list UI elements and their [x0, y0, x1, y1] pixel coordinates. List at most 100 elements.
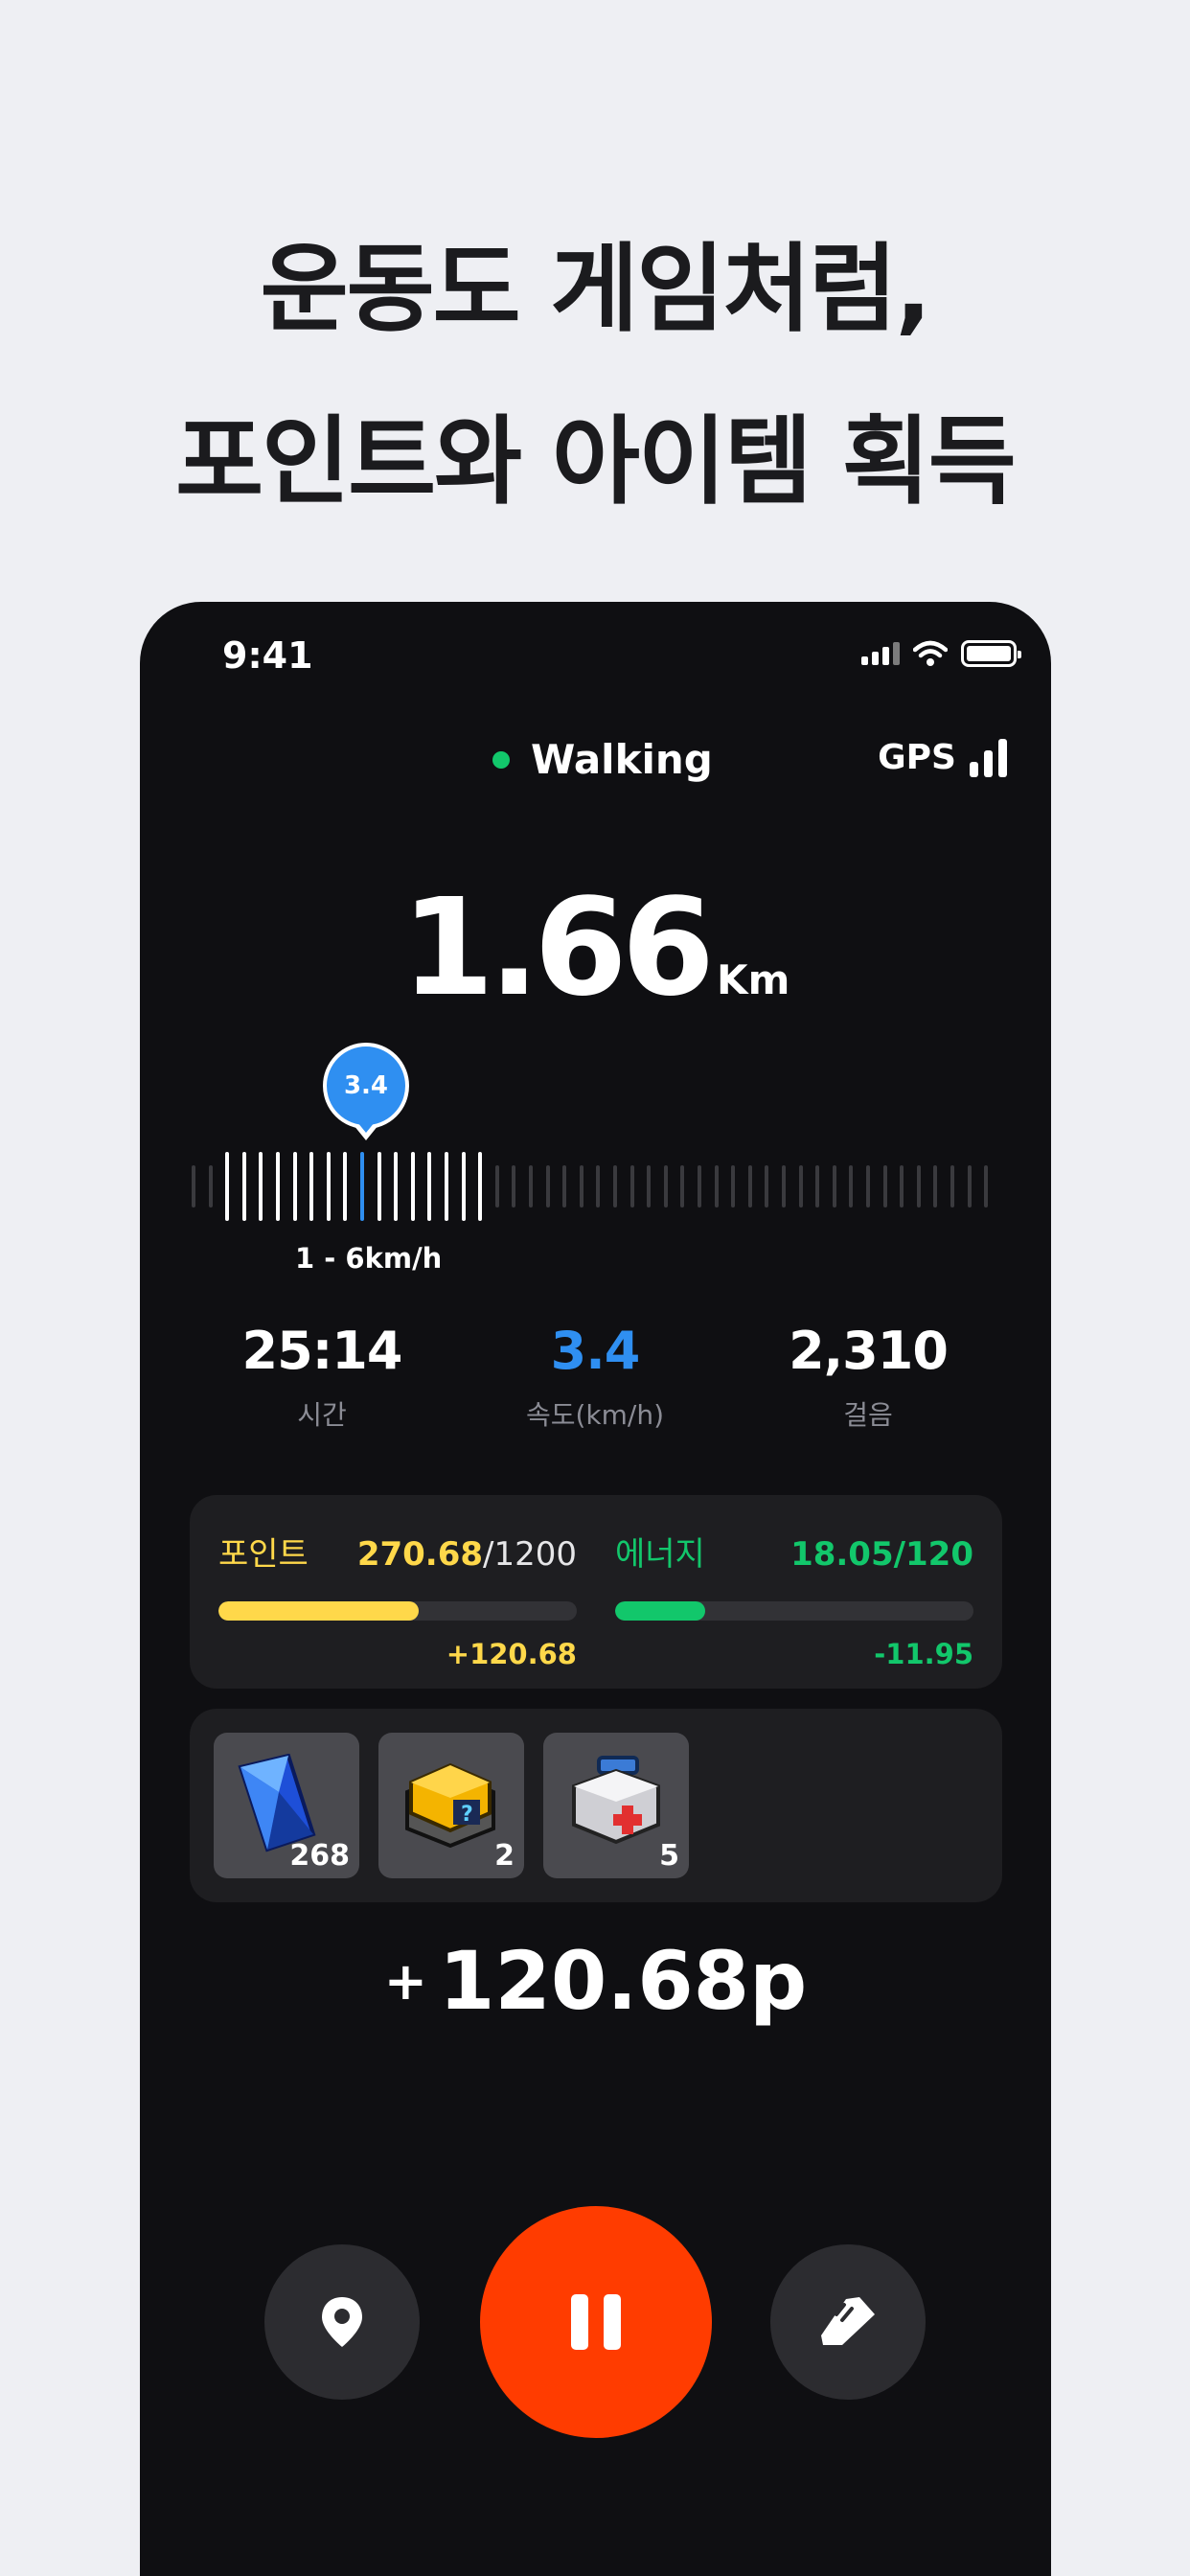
- location-button[interactable]: [264, 2244, 420, 2400]
- stat-steps-value: 2,310: [789, 1321, 949, 1381]
- phone-screen: 9:41 Walking GPS 1.66 Km 3.4 1 - 6km/h 25…: [140, 602, 1051, 2576]
- mystery-box-icon: ?: [405, 1762, 495, 1849]
- speed-tick: [545, 1165, 550, 1208]
- speed-tick: [343, 1152, 348, 1221]
- cellular-signal-icon: [861, 642, 900, 665]
- speed-tick: [984, 1165, 989, 1208]
- speed-tick: [410, 1152, 415, 1221]
- first-aid-kit-icon: [572, 1756, 660, 1845]
- speed-tick: [394, 1152, 399, 1221]
- distance-unit: Km: [717, 956, 790, 1003]
- speed-marker-bubble: 3.4: [323, 1043, 409, 1129]
- speed-tick: [613, 1165, 617, 1208]
- speed-tick: [782, 1165, 786, 1208]
- energy-meter: 에너지 18.05/120 -11.95: [615, 1528, 973, 1670]
- speed-tick: [900, 1165, 904, 1208]
- speed-tick: [882, 1165, 887, 1208]
- activity-mode: Walking: [492, 736, 713, 783]
- gps-signal-icon: [970, 739, 1007, 777]
- stat-steps-label: 걸음: [843, 1399, 893, 1431]
- speed-tick: [478, 1152, 483, 1221]
- speed-tick: [427, 1152, 432, 1221]
- speed-tick: [445, 1152, 448, 1221]
- speed-tick: [512, 1165, 516, 1208]
- speed-tick: [916, 1165, 921, 1208]
- wifi-icon: [913, 640, 948, 666]
- speed-tick: [714, 1165, 719, 1208]
- location-pin-icon: [322, 2297, 362, 2347]
- speed-tick: [832, 1165, 836, 1208]
- svg-text:?: ?: [461, 1803, 473, 1827]
- speed-tick: [765, 1165, 769, 1208]
- pause-icon: [571, 2294, 621, 2350]
- speed-tick: [866, 1165, 870, 1208]
- speed-tick: [309, 1152, 314, 1221]
- points-progress-track: [218, 1601, 577, 1621]
- stat-time: 25:14 시간: [207, 1321, 437, 1433]
- stat-speed: 3.4 속도(km/h): [480, 1321, 710, 1433]
- speed-gauge-ruler: [192, 1148, 1004, 1225]
- stat-time-value: 25:14: [241, 1321, 403, 1381]
- speed-tick: [259, 1152, 263, 1221]
- speed-tick: [276, 1152, 280, 1221]
- speed-tick: [529, 1165, 533, 1208]
- points-label: 포인트: [218, 1535, 309, 1574]
- gps-label: GPS: [878, 738, 956, 777]
- points-progress-fill: [218, 1601, 420, 1621]
- headline-line-2: 포인트와 아이템 획득: [175, 405, 1017, 518]
- speed-tick: [849, 1165, 854, 1208]
- mode-label: Walking: [531, 736, 713, 783]
- item-slot-first-aid[interactable]: 5: [543, 1733, 689, 1878]
- reward-plus: +: [383, 1951, 427, 2012]
- points-max: /1200: [483, 1535, 577, 1574]
- distance-value: 1.66: [400, 870, 715, 1026]
- speed-tick: [377, 1152, 381, 1221]
- headline-line-1: 운동도 게임처럼,: [260, 233, 932, 345]
- headline: 운동도 게임처럼, 포인트와 아이템 획득: [0, 203, 1190, 548]
- battery-icon: [961, 640, 1021, 667]
- speed-tick: [680, 1165, 685, 1208]
- speed-tick: [360, 1152, 364, 1221]
- status-time: 9:41: [222, 634, 313, 677]
- stat-speed-label: 속도(km/h): [525, 1399, 665, 1431]
- item-count: 2: [494, 1839, 515, 1873]
- distance-readout: 1.66 Km: [140, 870, 1051, 1026]
- stat-speed-value: 3.4: [550, 1321, 641, 1381]
- speed-tick: [579, 1165, 584, 1208]
- pause-button[interactable]: [480, 2206, 712, 2438]
- points-meter: 포인트 270.68/1200 +120.68: [218, 1528, 577, 1670]
- speed-tick: [326, 1152, 331, 1221]
- speed-tick: [596, 1165, 601, 1208]
- speed-tick: [747, 1165, 752, 1208]
- speed-tick: [731, 1165, 736, 1208]
- speed-tick: [225, 1152, 230, 1221]
- speed-tick: [562, 1165, 567, 1208]
- reward-value: 120.68p: [438, 1934, 808, 2028]
- item-slot-gem[interactable]: 268: [214, 1733, 359, 1878]
- item-slot-mystery-box[interactable]: ? 2: [378, 1733, 524, 1878]
- stat-steps: 2,310 걸음: [753, 1321, 983, 1433]
- points-current: 270.68: [356, 1535, 484, 1574]
- energy-progress-fill: [615, 1601, 705, 1621]
- item-count: 5: [659, 1839, 679, 1873]
- speed-tick: [647, 1165, 652, 1208]
- speed-tick: [798, 1165, 803, 1208]
- energy-value: 18.05/120: [790, 1535, 973, 1574]
- speed-tick: [950, 1165, 954, 1208]
- speed-tick: [241, 1152, 246, 1221]
- speed-tick: [208, 1165, 213, 1208]
- speed-tick: [967, 1165, 972, 1208]
- items-card: 268 ? 2 5: [190, 1709, 1002, 1902]
- speed-range-label: 1 - 6km/h: [295, 1242, 443, 1275]
- shoe-icon: [821, 2297, 875, 2345]
- points-energy-card: 포인트 270.68/1200 +120.68 에너지 18.05/120 -1…: [190, 1495, 1002, 1689]
- speed-tick: [629, 1165, 634, 1208]
- points-delta: +120.68: [446, 1638, 577, 1670]
- record-button[interactable]: [770, 2244, 926, 2400]
- speed-tick: [663, 1165, 668, 1208]
- speed-tick: [933, 1165, 938, 1208]
- speed-tick: [461, 1152, 466, 1221]
- energy-label: 에너지: [615, 1535, 705, 1574]
- gps-indicator: GPS: [878, 738, 1007, 777]
- speed-tick: [698, 1165, 701, 1208]
